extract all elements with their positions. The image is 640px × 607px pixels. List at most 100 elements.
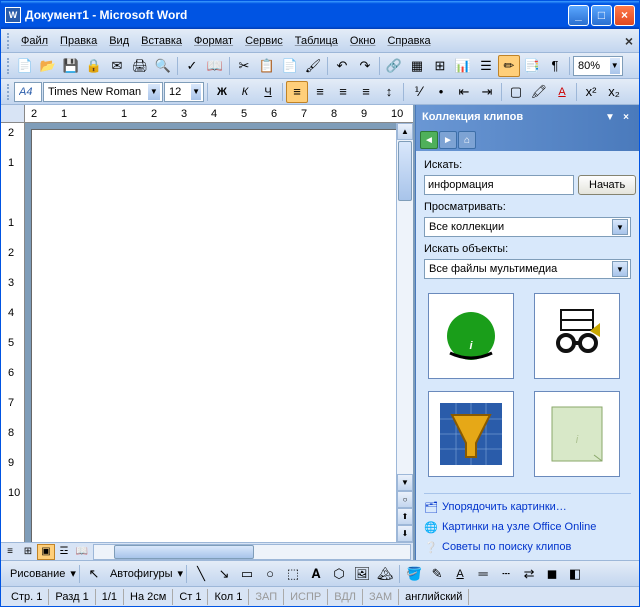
- close-button[interactable]: ×: [614, 5, 635, 26]
- spellcheck-button[interactable]: ✓: [181, 55, 203, 77]
- dropdown-icon[interactable]: ▼: [148, 84, 160, 100]
- autoshapes-menu[interactable]: Автофигуры: [106, 566, 177, 582]
- select-objects-button[interactable]: ↖: [83, 563, 105, 585]
- clip-result-3[interactable]: [428, 391, 514, 477]
- fontcolor-draw-button[interactable]: A: [449, 563, 471, 585]
- linecolor-button[interactable]: ✎: [426, 563, 448, 585]
- nav-forward-button[interactable]: ►: [439, 131, 457, 149]
- tips-link[interactable]: ❔Советы по поиску клипов: [424, 540, 631, 554]
- clip-result-1[interactable]: i: [428, 293, 514, 379]
- hyperlink-button[interactable]: 🔗: [383, 55, 405, 77]
- nav-home-button[interactable]: ⌂: [458, 131, 476, 149]
- nav-back-button[interactable]: ◄: [420, 131, 438, 149]
- style-input[interactable]: [19, 84, 39, 100]
- diagram-button[interactable]: ⬡: [328, 563, 350, 585]
- linestyle-button[interactable]: ═: [472, 563, 494, 585]
- dropdown-icon[interactable]: ▼: [610, 58, 621, 74]
- rectangle-button[interactable]: ▭: [236, 563, 258, 585]
- arrowstyle-button[interactable]: ⇄: [518, 563, 540, 585]
- save-button[interactable]: 💾: [60, 55, 82, 77]
- scroll-thumb[interactable]: [398, 141, 412, 201]
- menu-view[interactable]: Вид: [103, 33, 135, 49]
- print-view-button[interactable]: ▣: [37, 544, 55, 560]
- borders-button[interactable]: ▢: [505, 81, 527, 103]
- clip-result-4[interactable]: i: [534, 391, 620, 477]
- outdent-button[interactable]: ⇤: [453, 81, 475, 103]
- align-right-button[interactable]: ≡: [332, 81, 354, 103]
- superscript-button[interactable]: x²: [580, 81, 602, 103]
- bullets-button[interactable]: •: [430, 81, 452, 103]
- menu-help[interactable]: Справка: [381, 33, 436, 49]
- underline-button[interactable]: Ч: [257, 81, 279, 103]
- preview-button[interactable]: 🔍: [152, 55, 174, 77]
- paste-button[interactable]: 📄: [279, 55, 301, 77]
- select-browse-button[interactable]: ○: [397, 491, 413, 508]
- oval-button[interactable]: ○: [259, 563, 281, 585]
- highlight-button[interactable]: 🖍: [528, 81, 550, 103]
- research-button[interactable]: 📖: [204, 55, 226, 77]
- line-button[interactable]: ╲: [190, 563, 212, 585]
- objects-select[interactable]: Все файлы мультимедиа ▼: [424, 259, 631, 279]
- columns-button[interactable]: ☰: [475, 55, 497, 77]
- page[interactable]: [31, 129, 396, 542]
- menu-table[interactable]: Таблица: [289, 33, 344, 49]
- status-ext[interactable]: ВДЛ: [328, 589, 363, 605]
- fontsize-combo[interactable]: ▼: [164, 82, 204, 102]
- menu-format[interactable]: Формат: [188, 33, 239, 49]
- format-painter-button[interactable]: 🖌: [302, 55, 324, 77]
- docmap-button[interactable]: 📑: [521, 55, 543, 77]
- fontsize-input[interactable]: [169, 84, 191, 100]
- clipart-button[interactable]: 🖼: [351, 563, 373, 585]
- organize-link[interactable]: 🗂Упорядочить картинки…: [424, 500, 631, 514]
- line-spacing-button[interactable]: ↕: [378, 81, 400, 103]
- dropdown-icon[interactable]: ▼: [191, 84, 201, 100]
- font-input[interactable]: [48, 84, 148, 100]
- style-combo[interactable]: [14, 82, 42, 102]
- status-lang[interactable]: английский: [399, 589, 469, 605]
- permission-button[interactable]: 🔒: [83, 55, 105, 77]
- 3d-button[interactable]: ◧: [564, 563, 586, 585]
- vertical-ruler[interactable]: 2112345678910: [1, 123, 25, 542]
- vertical-scrollbar[interactable]: ▲ ▼ ○ ⬆ ⬇: [396, 123, 413, 542]
- prev-page-button[interactable]: ⬆: [397, 508, 413, 525]
- drawing-menu[interactable]: Рисование: [6, 566, 69, 582]
- status-ovr[interactable]: ЗАМ: [363, 589, 399, 605]
- redo-button[interactable]: ↷: [354, 55, 376, 77]
- menu-file[interactable]: Файл: [15, 33, 54, 49]
- drawing-toggle-button[interactable]: ✏: [498, 55, 520, 77]
- normal-view-button[interactable]: ≡: [1, 544, 19, 560]
- new-button[interactable]: 📄: [14, 55, 36, 77]
- dashstyle-button[interactable]: ┄: [495, 563, 517, 585]
- menu-edit[interactable]: Правка: [54, 33, 103, 49]
- web-view-button[interactable]: ⊞: [19, 544, 37, 560]
- search-input[interactable]: [424, 175, 574, 195]
- zoom-combo[interactable]: ▼: [573, 56, 623, 76]
- scroll-thumb[interactable]: [114, 545, 254, 559]
- menu-insert[interactable]: Вставка: [135, 33, 188, 49]
- zoom-input[interactable]: [578, 58, 610, 74]
- align-center-button[interactable]: ≡: [309, 81, 331, 103]
- taskpane-close-button[interactable]: ×: [619, 110, 633, 124]
- show-marks-button[interactable]: ¶: [544, 55, 566, 77]
- maximize-button[interactable]: □: [591, 5, 612, 26]
- subscript-button[interactable]: x₂: [603, 81, 625, 103]
- fillcolor-button[interactable]: 🪣: [403, 563, 425, 585]
- dropdown-icon[interactable]: ▼: [612, 261, 628, 277]
- indent-button[interactable]: ⇥: [476, 81, 498, 103]
- document-area[interactable]: [25, 123, 396, 542]
- scroll-down-button[interactable]: ▼: [397, 474, 413, 491]
- minimize-button[interactable]: _: [568, 5, 589, 26]
- wordart-button[interactable]: 𝐀: [305, 563, 327, 585]
- arrow-button[interactable]: ↘: [213, 563, 235, 585]
- textbox-button[interactable]: ⬚: [282, 563, 304, 585]
- cut-button[interactable]: ✂: [233, 55, 255, 77]
- horizontal-ruler[interactable]: 2112345678910: [1, 105, 413, 123]
- reading-view-button[interactable]: 📖: [73, 544, 91, 560]
- undo-button[interactable]: ↶: [331, 55, 353, 77]
- status-rec[interactable]: ЗАП: [249, 589, 284, 605]
- picture-button[interactable]: 🏔: [374, 563, 396, 585]
- start-search-button[interactable]: Начать: [578, 175, 636, 195]
- copy-button[interactable]: 📋: [256, 55, 278, 77]
- insert-table-button[interactable]: ⊞: [429, 55, 451, 77]
- close-doc-button[interactable]: ×: [625, 33, 633, 49]
